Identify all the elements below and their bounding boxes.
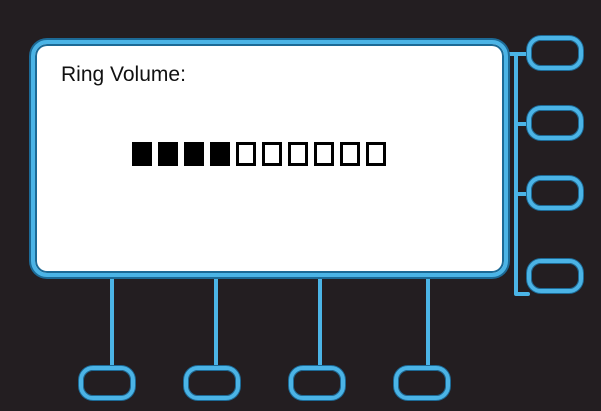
side-softkey-2[interactable] (527, 106, 583, 140)
bottom-softkey-3[interactable] (289, 366, 345, 400)
ring-volume-bar (132, 142, 386, 166)
volume-segment-empty (366, 142, 386, 166)
bottom-softkey-2[interactable] (184, 366, 240, 400)
side-softkey-3[interactable] (527, 176, 583, 210)
side-softkey-1[interactable] (527, 36, 583, 70)
bottom-softkey-4[interactable] (394, 366, 450, 400)
lcd-screen: Ring Volume: (31, 40, 508, 277)
volume-segment-filled (132, 142, 152, 166)
volume-segment-empty (288, 142, 308, 166)
volume-segment-empty (314, 142, 334, 166)
phone-panel: Ring Volume: (0, 0, 601, 411)
volume-segment-filled (210, 142, 230, 166)
volume-segment-empty (236, 142, 256, 166)
volume-segment-empty (340, 142, 360, 166)
side-softkey-4[interactable] (527, 259, 583, 293)
bottom-softkey-1[interactable] (79, 366, 135, 400)
volume-segment-filled (158, 142, 178, 166)
volume-segment-empty (262, 142, 282, 166)
volume-segment-filled (184, 142, 204, 166)
screen-title: Ring Volume: (61, 63, 186, 86)
